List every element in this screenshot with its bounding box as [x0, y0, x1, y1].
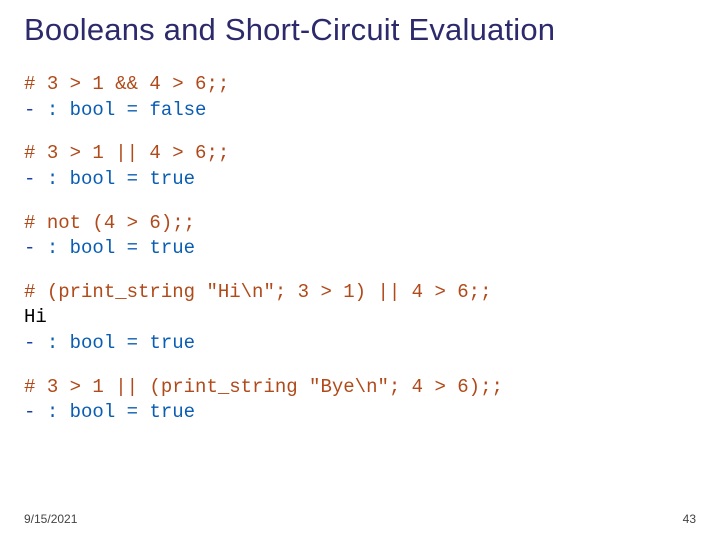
prompt-hash: # — [24, 376, 47, 398]
result-value: true — [149, 237, 195, 259]
stdout-line: Hi — [24, 306, 47, 328]
result-dash: - — [24, 99, 47, 121]
code-block: # not (4 > 6);; - : bool = true — [24, 211, 696, 262]
code-expr: not (4 > 6);; — [47, 212, 195, 234]
code-expr: 3 > 1 && 4 > 6;; — [47, 73, 229, 95]
result-type: : bool = — [47, 237, 150, 259]
code-expr: 3 > 1 || (print_string "Bye\n"; 4 > 6);; — [47, 376, 503, 398]
code-block: # 3 > 1 && 4 > 6;; - : bool = false — [24, 72, 696, 123]
prompt-hash: # — [24, 142, 47, 164]
footer-page-number: 43 — [683, 512, 696, 526]
result-type: : bool = — [47, 99, 150, 121]
code-expr: (print_string "Hi\n"; 3 > 1) || 4 > 6;; — [47, 281, 492, 303]
result-type: : bool = — [47, 332, 150, 354]
slide: Booleans and Short-Circuit Evaluation # … — [0, 0, 720, 540]
footer-date: 9/15/2021 — [24, 512, 77, 526]
prompt-hash: # — [24, 73, 47, 95]
code-expr: 3 > 1 || 4 > 6;; — [47, 142, 229, 164]
code-block: # 3 > 1 || (print_string "Bye\n"; 4 > 6)… — [24, 375, 696, 426]
prompt-hash: # — [24, 281, 47, 303]
prompt-hash: # — [24, 212, 47, 234]
result-dash: - — [24, 332, 47, 354]
result-value: true — [149, 332, 195, 354]
code-block: # 3 > 1 || 4 > 6;; - : bool = true — [24, 141, 696, 192]
result-dash: - — [24, 237, 47, 259]
result-dash: - — [24, 401, 47, 423]
result-type: : bool = — [47, 401, 150, 423]
result-type: : bool = — [47, 168, 150, 190]
page-title: Booleans and Short-Circuit Evaluation — [24, 12, 696, 48]
result-dash: - — [24, 168, 47, 190]
result-value: false — [149, 99, 206, 121]
result-value: true — [149, 168, 195, 190]
code-block: # (print_string "Hi\n"; 3 > 1) || 4 > 6;… — [24, 280, 696, 357]
result-value: true — [149, 401, 195, 423]
